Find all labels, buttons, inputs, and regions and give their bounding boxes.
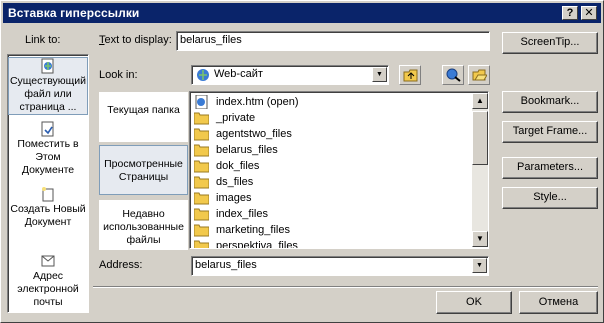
file-list: index.htm (open) _private agentstwo_file… xyxy=(189,91,489,249)
folder-icon xyxy=(194,240,209,248)
link-to-existing-file-label: Существующий файл или страница ... xyxy=(9,75,87,113)
chevron-down-icon[interactable]: ▼ xyxy=(472,258,487,273)
scroll-up-button[interactable]: ▲ xyxy=(472,93,488,109)
style-button[interactable]: Style... xyxy=(502,187,598,209)
up-folder-icon xyxy=(403,69,418,82)
tab-recent-files[interactable]: Недавно использованные файлы xyxy=(99,200,188,250)
hyperlink-dialog: Вставка гиперссылки ? ✕ Link to: Существ… xyxy=(0,0,604,323)
html-file-icon xyxy=(195,95,208,109)
look-in-combo[interactable]: Web-сайт ▼ xyxy=(191,65,389,85)
link-to-email[interactable]: Адрес электронной почты xyxy=(8,253,88,311)
look-in-value: Web-сайт xyxy=(214,68,263,80)
chevron-down-icon[interactable]: ▼ xyxy=(372,67,387,82)
folder-icon xyxy=(194,128,209,141)
ok-button[interactable]: OK xyxy=(436,291,512,314)
website-icon xyxy=(197,69,209,81)
link-to-place-label: Поместить в Этом Документе xyxy=(17,138,79,176)
new-document-icon xyxy=(42,187,54,202)
folder-icon xyxy=(194,208,209,221)
file-list-scrollbar[interactable]: ▲ ▼ xyxy=(472,93,488,247)
address-label: Address: xyxy=(99,259,143,271)
help-button[interactable]: ? xyxy=(562,6,578,20)
link-to-email-label: Адрес электронной почты xyxy=(17,270,79,308)
open-folder-icon xyxy=(472,69,487,81)
tab-current-folder[interactable]: Текущая папка xyxy=(99,92,188,142)
link-to-existing-file[interactable]: Существующий файл или страница ... xyxy=(8,57,88,115)
link-to-place-in-document[interactable]: Поместить в Этом Документе xyxy=(8,121,88,179)
address-combo[interactable]: belarus_files ▼ xyxy=(191,256,489,276)
title-bar: Вставка гиперссылки ? ✕ xyxy=(3,3,601,23)
text-to-display-label-text: ext to display: xyxy=(104,34,172,46)
parameters-button[interactable]: Parameters... xyxy=(502,157,598,179)
divider xyxy=(93,286,598,288)
cancel-button[interactable]: Отмена xyxy=(519,291,598,314)
browse-web-button[interactable] xyxy=(442,65,464,85)
up-folder-button[interactable] xyxy=(399,65,421,85)
browse-file-button[interactable] xyxy=(468,65,490,85)
tab-browsed-pages[interactable]: Просмотренные Страницы xyxy=(99,145,188,195)
place-in-document-icon xyxy=(41,121,54,137)
folder-icon xyxy=(194,144,209,157)
scroll-thumb[interactable] xyxy=(472,111,488,165)
scroll-down-button[interactable]: ▼ xyxy=(472,231,488,247)
bookmark-button[interactable]: Bookmark... xyxy=(502,91,598,113)
close-button[interactable]: ✕ xyxy=(581,6,597,20)
link-to-panel: Существующий файл или страница ... Помес… xyxy=(7,54,89,313)
screentip-button[interactable]: ScreenTip... xyxy=(502,32,598,54)
text-to-display-label: Text to display: xyxy=(99,34,172,46)
link-to-new-document-label: Создать Новый Документ xyxy=(10,203,86,228)
dialog-title: Вставка гиперссылки xyxy=(8,6,140,20)
folder-icon xyxy=(194,176,209,189)
folder-icon xyxy=(194,224,209,237)
folder-icon xyxy=(194,160,209,173)
browse-tabs: Текущая папка Просмотренные Страницы Нед… xyxy=(99,92,188,250)
existing-page-icon xyxy=(41,58,54,74)
link-to-label: Link to: xyxy=(25,34,61,46)
target-frame-button[interactable]: Target Frame... xyxy=(502,121,598,143)
folder-icon xyxy=(194,112,209,125)
link-to-new-document[interactable]: Создать Новый Документ xyxy=(8,186,88,244)
address-value: belarus_files xyxy=(195,259,257,271)
folder-icon xyxy=(194,192,209,205)
text-to-display-input[interactable]: belarus_files xyxy=(176,31,490,51)
email-icon xyxy=(41,255,55,267)
look-in-label: Look in: xyxy=(99,69,138,81)
browse-web-icon xyxy=(446,68,461,82)
